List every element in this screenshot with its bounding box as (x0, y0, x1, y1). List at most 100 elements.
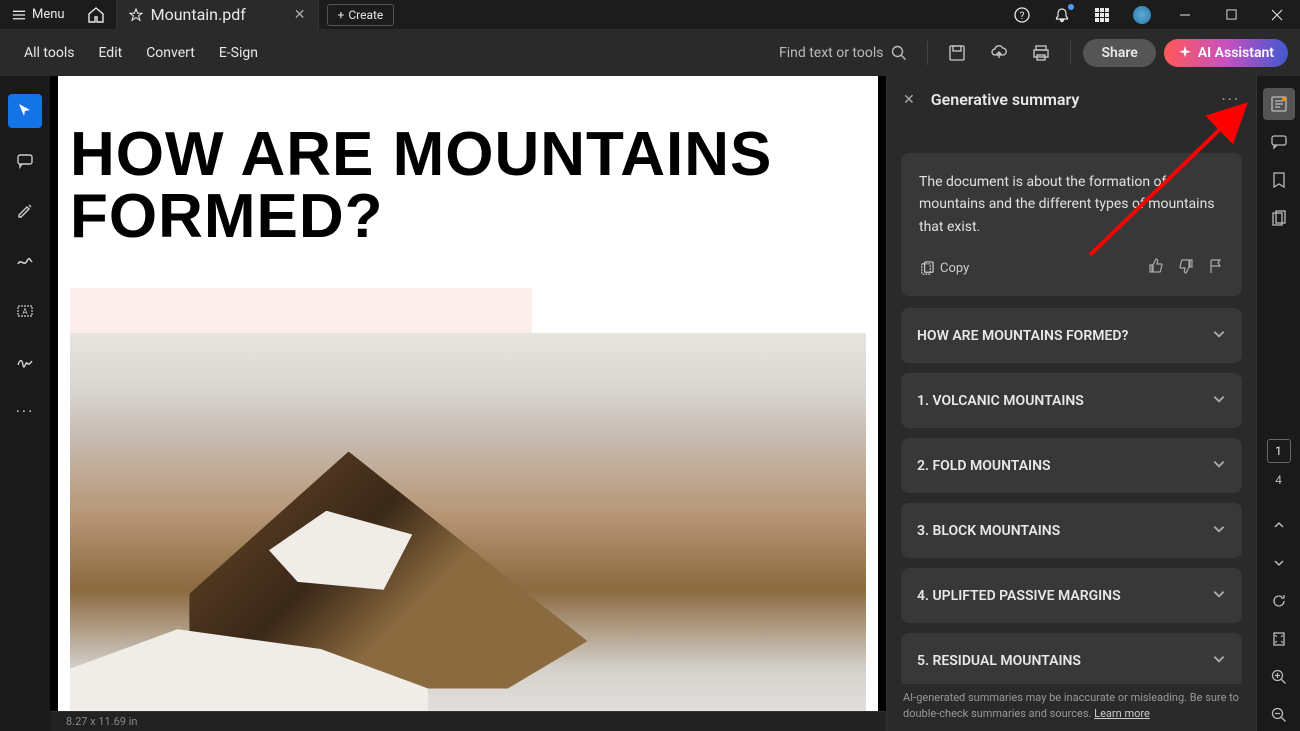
document-image (70, 288, 866, 711)
panel-body[interactable]: The document is about the formation of m… (887, 123, 1256, 684)
zoom-in-icon (1271, 669, 1287, 685)
summary-section-item[interactable]: 1. VOLCANIC MOUNTAINS (901, 373, 1242, 428)
cursor-icon (16, 102, 34, 120)
sign-tool[interactable] (8, 344, 42, 378)
save-button[interactable] (940, 36, 974, 70)
maximize-button[interactable] (1208, 0, 1254, 30)
edit-link[interactable]: Edit (86, 30, 134, 76)
chevron-down-icon (1212, 326, 1226, 345)
summary-section-item[interactable]: 3. BLOCK MOUNTAINS (901, 503, 1242, 558)
pages-icon (1270, 209, 1288, 227)
tab-close-button[interactable]: ✕ (294, 7, 306, 23)
save-icon (948, 44, 966, 62)
chevron-down-icon (1273, 557, 1285, 569)
bell-icon (1054, 7, 1070, 23)
draw-tool[interactable] (8, 244, 42, 278)
highlight-tool[interactable] (8, 194, 42, 228)
rotate-icon (1271, 593, 1287, 609)
cloud-button[interactable] (982, 36, 1016, 70)
bookmark-icon (1270, 171, 1288, 189)
more-tools[interactable]: ··· (8, 394, 42, 428)
svg-text:?: ? (1020, 11, 1025, 22)
document-tab[interactable]: Mountain.pdf ✕ (117, 0, 319, 30)
title-bar: Menu Mountain.pdf ✕ + Create ? (0, 0, 1300, 30)
apps-button[interactable] (1082, 0, 1122, 30)
zoom-in-button[interactable] (1263, 661, 1295, 693)
document-viewport[interactable]: HOW ARE MOUNTAINS FORMED? 8.27 x 11.69 i… (50, 76, 886, 731)
summary-section-item[interactable]: HOW ARE MOUNTAINS FORMED? (901, 308, 1242, 363)
thumbs-up-button[interactable] (1148, 258, 1164, 278)
panel-title: Generative summary (931, 90, 1206, 109)
convert-link[interactable]: Convert (134, 30, 207, 76)
chevron-down-icon (1212, 391, 1226, 410)
account-button[interactable] (1122, 0, 1162, 30)
search-icon (891, 45, 907, 61)
comments-panel-tool[interactable] (1263, 126, 1295, 158)
summary-icon (1270, 95, 1288, 113)
star-icon (129, 8, 143, 22)
comment-tool[interactable] (8, 144, 42, 178)
learn-more-link[interactable]: Learn more (1094, 707, 1150, 720)
home-icon (88, 7, 104, 23)
textbox-icon: A (16, 302, 34, 320)
hamburger-icon (12, 8, 26, 22)
current-page-input[interactable]: 1 (1267, 439, 1291, 463)
apps-grid-icon (1094, 7, 1110, 23)
thumbs-down-button[interactable] (1178, 258, 1194, 278)
fit-page-button[interactable] (1263, 623, 1295, 655)
chat-icon (1270, 133, 1288, 151)
pages-tool[interactable] (1263, 202, 1295, 234)
all-tools-link[interactable]: All tools (12, 30, 86, 76)
chevron-down-icon (1212, 651, 1226, 670)
summary-section-item[interactable]: 2. FOLD MOUNTAINS (901, 438, 1242, 493)
page-dimensions: 8.27 x 11.69 in (66, 715, 137, 728)
section-label: 5. RESIDUAL MOUNTAINS (917, 653, 1081, 669)
notifications-button[interactable] (1042, 0, 1082, 30)
chevron-down-icon (1212, 586, 1226, 605)
page-down-button[interactable] (1263, 547, 1295, 579)
plus-icon: + (338, 8, 345, 22)
close-button[interactable] (1254, 0, 1300, 30)
flag-button[interactable] (1208, 258, 1224, 278)
maximize-icon (1226, 9, 1237, 20)
draw-icon (16, 252, 34, 270)
esign-link[interactable]: E-Sign (207, 30, 270, 76)
fit-page-icon (1271, 631, 1287, 647)
print-button[interactable] (1024, 36, 1058, 70)
home-button[interactable] (77, 0, 117, 30)
print-icon (1032, 44, 1050, 62)
ai-disclaimer: AI-generated summaries may be inaccurate… (887, 684, 1256, 731)
total-pages: 4 (1275, 473, 1282, 487)
section-label: 3. BLOCK MOUNTAINS (917, 523, 1060, 539)
sparkle-icon (1178, 46, 1192, 60)
copy-label: Copy (940, 261, 969, 276)
copy-button[interactable]: Copy (919, 261, 969, 276)
ai-assistant-button[interactable]: AI Assistant (1164, 39, 1288, 67)
section-label: 2. FOLD MOUNTAINS (917, 458, 1051, 474)
summary-section-item[interactable]: 4. UPLIFTED PASSIVE MARGINS (901, 568, 1242, 623)
page-up-button[interactable] (1263, 509, 1295, 541)
section-label: HOW ARE MOUNTAINS FORMED? (917, 328, 1128, 344)
select-tool[interactable] (8, 94, 42, 128)
bookmarks-tool[interactable] (1263, 164, 1295, 196)
zoom-out-button[interactable] (1263, 699, 1295, 731)
menu-button[interactable]: Menu (0, 0, 77, 30)
share-button[interactable]: Share (1083, 39, 1155, 67)
generative-summary-panel: ✕ Generative summary ··· The document is… (886, 76, 1256, 731)
minimize-button[interactable] (1162, 0, 1208, 30)
text-tool[interactable]: A (8, 294, 42, 328)
rotate-button[interactable] (1263, 585, 1295, 617)
copy-icon (919, 261, 934, 276)
main-toolbar: All tools Edit Convert E-Sign Find text … (0, 30, 1300, 76)
help-button[interactable]: ? (1002, 0, 1042, 30)
summary-section-item[interactable]: 5. RESIDUAL MOUNTAINS (901, 633, 1242, 684)
thumbs-down-icon (1178, 258, 1194, 274)
chevron-down-icon (1212, 456, 1226, 475)
panel-more-button[interactable]: ··· (1221, 90, 1240, 109)
create-button[interactable]: + Create (327, 4, 395, 26)
panel-close-button[interactable]: ✕ (903, 92, 915, 108)
document-page: HOW ARE MOUNTAINS FORMED? (58, 76, 878, 711)
search-input[interactable]: Find text or tools (771, 45, 916, 61)
chevron-up-icon (1273, 519, 1285, 531)
generative-summary-tool[interactable] (1263, 88, 1295, 120)
